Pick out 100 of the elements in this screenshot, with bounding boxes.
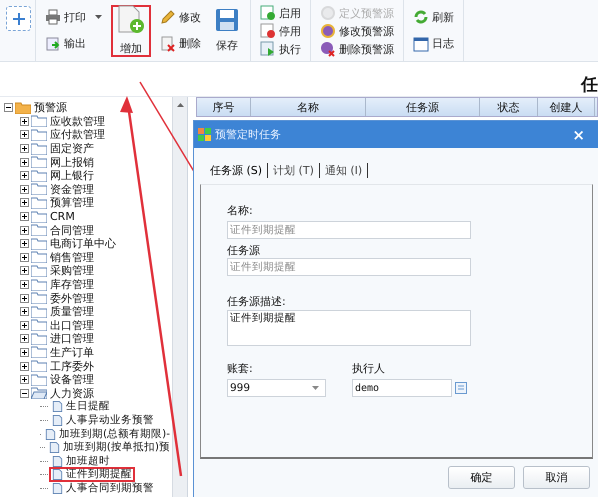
tree-item[interactable]: 应付款管理	[50, 128, 105, 142]
tree-item[interactable]: 生日提醒	[50, 400, 112, 414]
field-label: 任务源描述:	[227, 294, 287, 309]
toolbar-button[interactable]: 修改	[157, 8, 204, 26]
expand-toggle[interactable]	[20, 171, 29, 180]
tab[interactable]: 通知 (I)	[320, 163, 368, 178]
expand-toggle[interactable]	[20, 144, 29, 154]
expand-toggle[interactable]	[20, 252, 29, 262]
column-header[interactable]: 创建人	[538, 98, 595, 116]
scroll-up-arrow-icon	[176, 103, 184, 107]
expand-toggle[interactable]	[20, 239, 29, 248]
toolbar-button[interactable]: 启用	[257, 4, 304, 22]
tree-item[interactable]: CRM	[50, 210, 75, 224]
toolbar-button[interactable]: 刷新	[410, 8, 457, 26]
folder-icon	[31, 196, 47, 209]
close-button[interactable]: ×	[562, 126, 595, 144]
tree-item[interactable]: 设备管理	[50, 373, 94, 386]
executor-field[interactable]: demo	[352, 379, 452, 397]
tree-item[interactable]: 证件到期提醒	[50, 468, 134, 482]
field-label: 执行人	[352, 361, 386, 376]
tree-item[interactable]: 出口管理	[50, 318, 94, 332]
tree-item[interactable]: 进口管理	[50, 332, 94, 346]
expand-toggle[interactable]	[20, 116, 29, 126]
folder-icon	[31, 278, 47, 291]
folder-icon	[31, 292, 47, 304]
folder-icon	[31, 210, 47, 223]
expand-toggle[interactable]	[20, 362, 29, 371]
tab[interactable]: 任务源 (S)	[205, 163, 268, 178]
dialog-button[interactable]: 取消	[523, 466, 590, 489]
toolbar-button[interactable]: 打印	[42, 8, 105, 26]
dialog-button[interactable]: 确定	[448, 466, 515, 489]
expand-toggle[interactable]	[20, 294, 29, 303]
expand-toggle[interactable]	[20, 184, 29, 194]
tree-item[interactable]: 网上银行	[50, 169, 94, 182]
tree-item[interactable]: 委外管理	[50, 292, 94, 305]
expand-toggle[interactable]	[20, 320, 29, 330]
dropdown-caret-icon	[312, 386, 319, 390]
tree-item[interactable]: 人事异动业务预警	[50, 414, 156, 427]
tree-item[interactable]: 电商订单中心	[50, 237, 116, 250]
tab[interactable]: 计划 (T)	[268, 163, 320, 178]
refresh-icon	[413, 9, 429, 26]
folder-icon	[31, 319, 47, 332]
scrollbar[interactable]	[172, 97, 187, 497]
folder-icon	[31, 170, 47, 182]
expand-toggle[interactable]	[20, 212, 29, 222]
toolbar-button[interactable]: 执行	[257, 40, 304, 58]
toolbar-button[interactable]: 增加	[111, 4, 151, 56]
tree-item[interactable]: 工序委外	[50, 360, 94, 373]
field-label: 任务源	[227, 243, 261, 258]
tree-item[interactable]: 生产订单	[50, 346, 94, 359]
tree-item[interactable]: 加班到期(按单抵扣)预	[46, 441, 172, 454]
calendar-icon	[413, 36, 429, 52]
expand-toggle[interactable]	[20, 280, 29, 290]
tree-item[interactable]: 应收款管理	[50, 114, 105, 128]
expand-toggle[interactable]	[20, 375, 29, 384]
collapse-toggle[interactable]	[4, 103, 13, 112]
toolbar-button[interactable]: 修改预警源	[317, 22, 397, 40]
app-grid-icon	[198, 128, 211, 141]
tree-item[interactable]: 网上报销	[50, 156, 94, 169]
tree-item[interactable]: 人事合同到期预警	[50, 482, 156, 495]
expand-toggle[interactable]	[20, 388, 29, 398]
tree-item[interactable]: 质量管理	[50, 305, 94, 318]
column-header[interactable]: 状态	[480, 98, 538, 116]
tree-item[interactable]: 预算管理	[50, 196, 94, 210]
tree-item[interactable]: 合同管理	[50, 224, 94, 237]
column-header[interactable]: 任务源	[366, 98, 480, 116]
printer-icon	[45, 9, 61, 26]
folder-icon	[31, 251, 47, 264]
field-label: 名称:	[227, 203, 254, 218]
tree-item[interactable]: 采购管理	[50, 264, 94, 278]
expand-toggle[interactable]	[20, 348, 29, 357]
column-header[interactable]: 序号	[197, 98, 251, 116]
folder-icon	[31, 346, 47, 358]
expand-toggle[interactable]	[20, 266, 29, 276]
account-dropdown[interactable]: 999	[227, 379, 326, 397]
toolbar-button[interactable]: 日志	[410, 34, 457, 53]
toolbar-button[interactable]: 删除预警源	[317, 40, 397, 58]
export-icon	[45, 36, 61, 52]
tree-item[interactable]: 销售管理	[50, 250, 94, 264]
tree-item[interactable]: 资金管理	[50, 182, 94, 196]
expand-toggle[interactable]	[20, 198, 29, 208]
expand-toggle[interactable]	[20, 334, 29, 344]
toolbar-button[interactable]: 删除	[157, 34, 204, 53]
tree-item[interactable]: 库存管理	[50, 278, 94, 292]
picker-icon[interactable]	[455, 382, 467, 394]
tree-item[interactable]: 加班到期(总额有期限)-	[43, 428, 172, 441]
tree-item[interactable]: 人力资源	[50, 386, 94, 400]
toolbar-button[interactable]: 停用	[257, 22, 304, 40]
column-header[interactable]: 名称	[251, 98, 366, 116]
expand-toggle[interactable]	[20, 226, 29, 235]
new-button[interactable]	[6, 6, 31, 31]
toolbar-button[interactable]: 输出	[42, 34, 105, 53]
expand-toggle[interactable]	[20, 130, 29, 140]
dialog-title: 预警定时任务	[215, 127, 282, 142]
expand-toggle[interactable]	[20, 307, 29, 316]
tree-item[interactable]: 固定资产	[50, 142, 94, 156]
description-field[interactable]: 证件到期提醒	[227, 310, 471, 346]
toolbar-button[interactable]: 保存	[210, 4, 244, 56]
expand-toggle[interactable]	[20, 158, 29, 167]
tree-item[interactable]: 加班超时	[50, 454, 112, 468]
